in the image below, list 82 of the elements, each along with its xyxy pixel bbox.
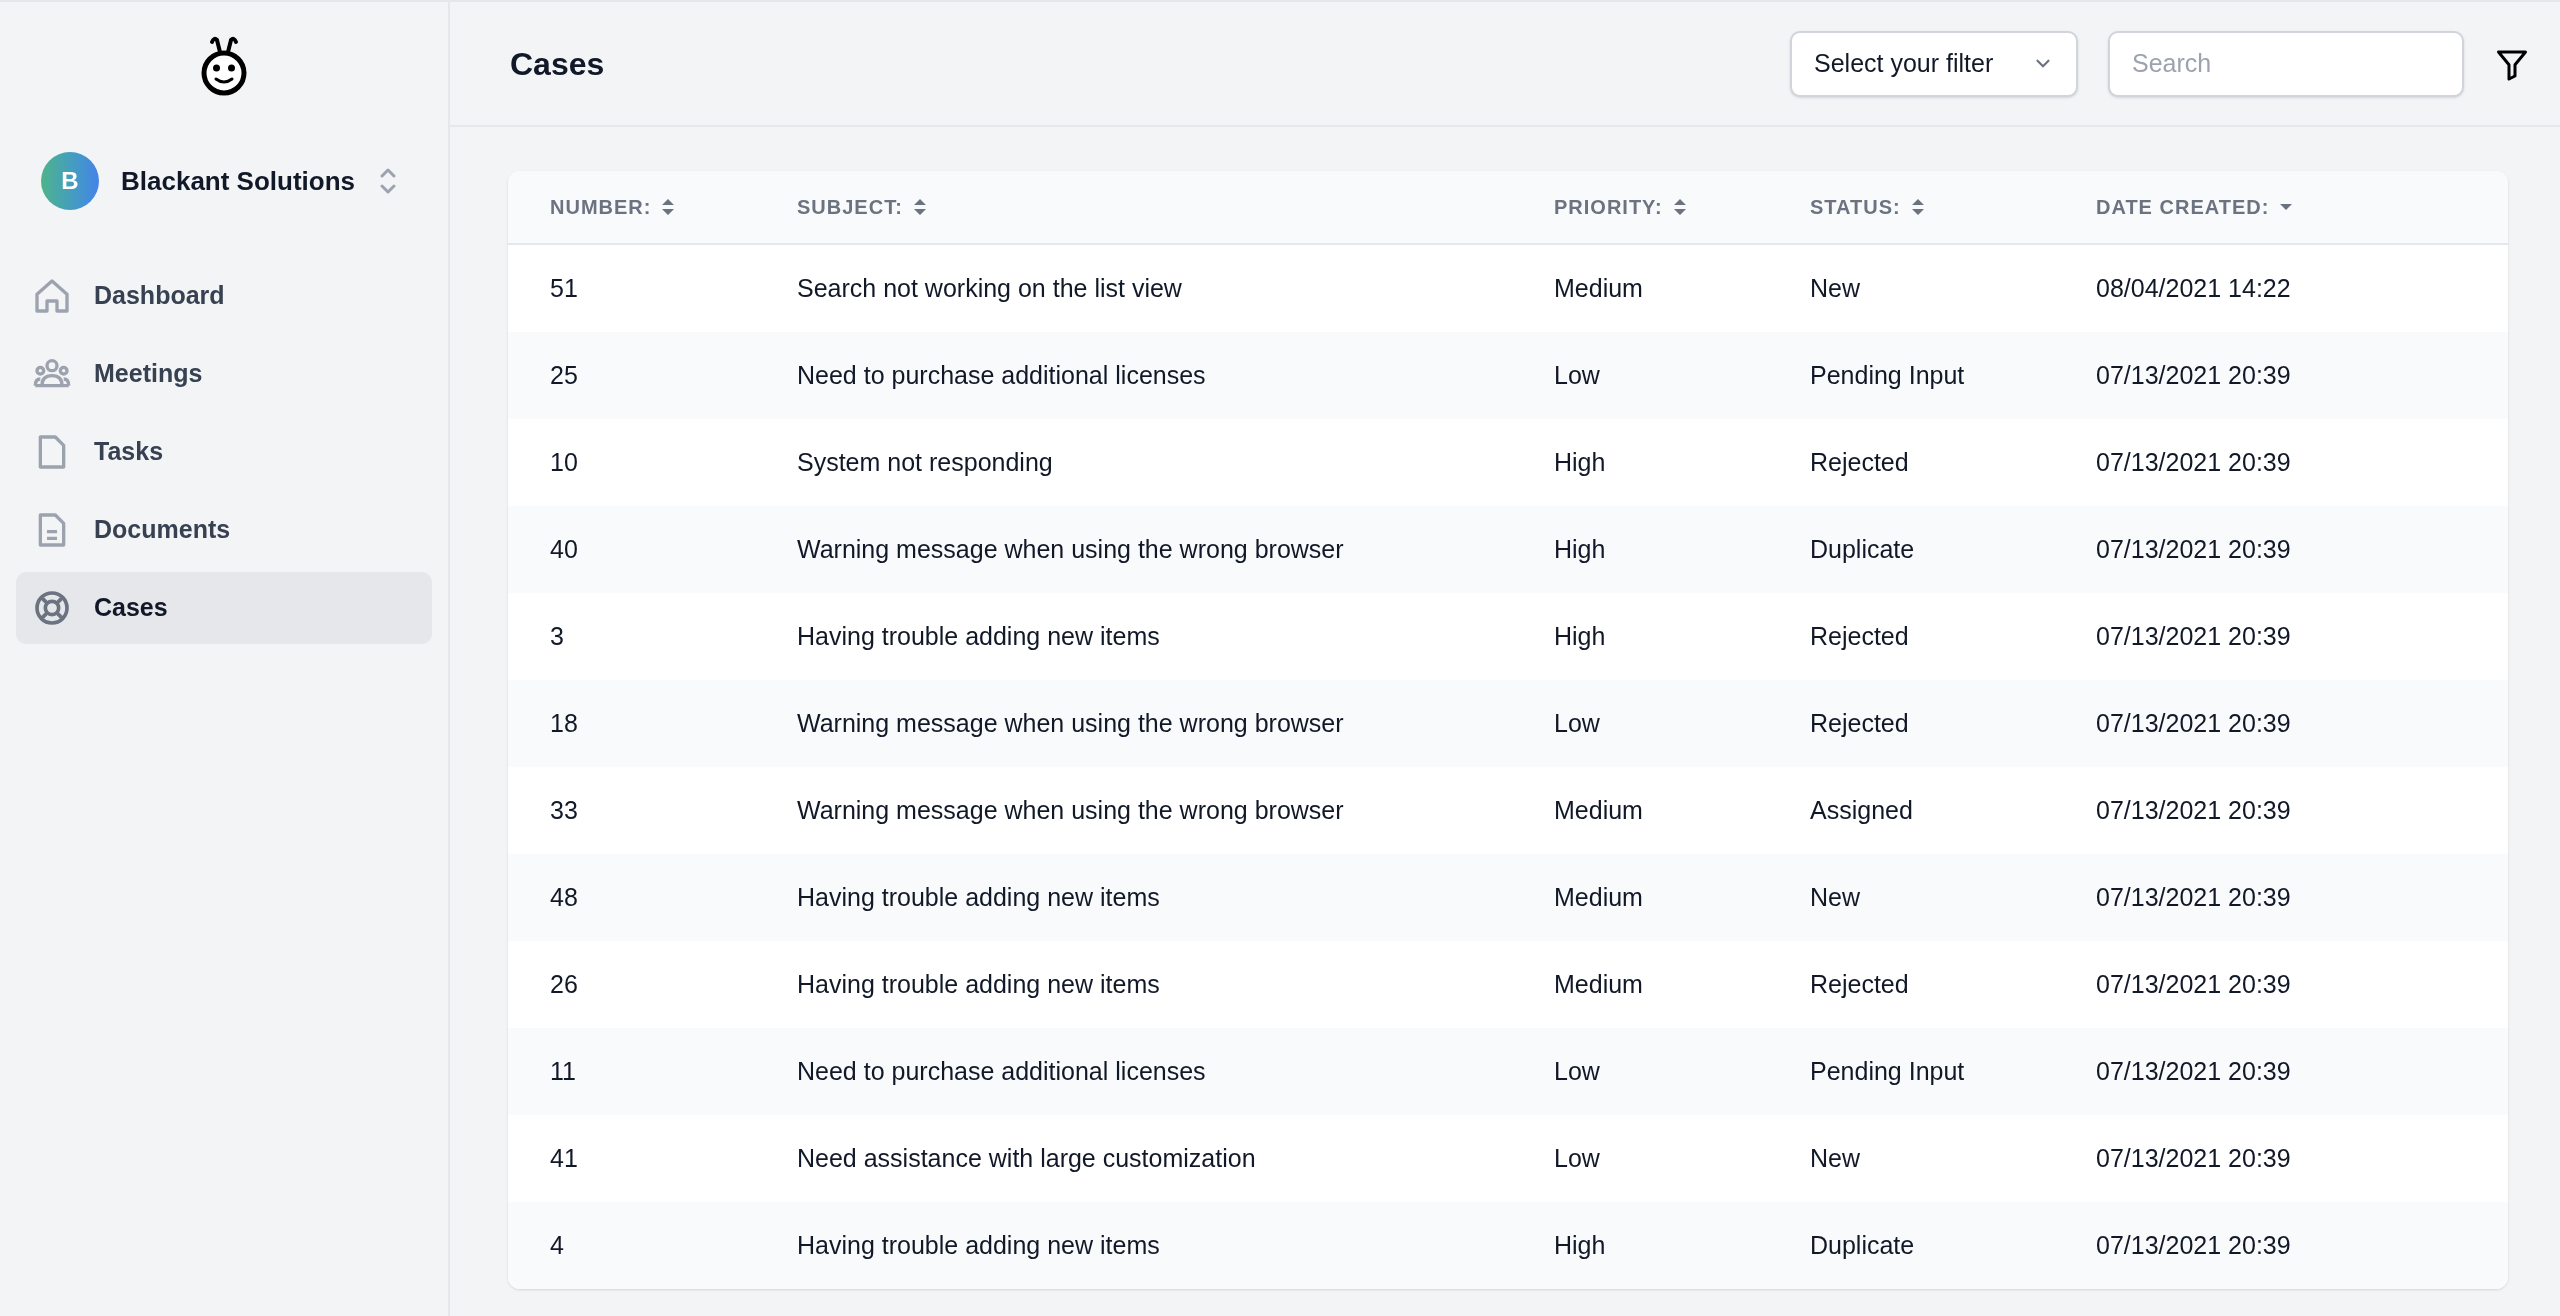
- table-cell-text: 25: [550, 359, 578, 391]
- table-cell-text: Assigned: [1810, 794, 1913, 826]
- table-cell-text: 07/13/2021 20:39: [2096, 359, 2291, 391]
- table-cell-text: 4: [550, 1229, 564, 1261]
- table-cell-text: 40: [550, 533, 578, 565]
- sort-icon: [1672, 197, 1687, 217]
- table-cell-text: Warning message when using the wrong browser: [797, 707, 1344, 739]
- column-header[interactable]: DATE CREATED:: [2096, 192, 2294, 222]
- table-cell-text: Having trouble adding new items: [797, 881, 1160, 913]
- table-cell-text: 07/13/2021 20:39: [2096, 620, 2291, 652]
- table-cell-text: Pending Input: [1810, 359, 1965, 391]
- table-cell-text: High: [1554, 446, 1606, 478]
- sort-icon: [661, 197, 676, 217]
- lifebuoy-icon: [32, 588, 72, 628]
- table-cell-text: High: [1554, 533, 1606, 565]
- table-cell-text: Low: [1554, 1142, 1600, 1174]
- table-cell-text: System not responding: [797, 446, 1053, 478]
- table-cell-text: Rejected: [1810, 707, 1909, 739]
- nav-item[interactable]: Dashboard: [16, 260, 432, 332]
- table-cell-text: Duplicate: [1810, 1229, 1915, 1261]
- nav-item[interactable]: Tasks: [16, 416, 432, 488]
- table-cell-text: 51: [550, 272, 578, 304]
- filter-dropdown[interactable]: Select your filter: [1790, 30, 2078, 97]
- table-cell-text: New: [1810, 1142, 1860, 1174]
- table-cell-text: High: [1554, 1229, 1606, 1261]
- table-cell-text: 07/13/2021 20:39: [2096, 707, 2291, 739]
- table-cell-text: 48: [550, 881, 578, 913]
- table-cell-text: Medium: [1554, 272, 1643, 304]
- nav-item[interactable]: Documents: [16, 494, 432, 566]
- table-cell-text: Medium: [1554, 968, 1643, 1000]
- sort-icon: [912, 197, 927, 217]
- home-icon: [32, 276, 72, 316]
- table-cell-text: Warning message when using the wrong browser: [797, 794, 1344, 826]
- table-cell-text: 07/13/2021 20:39: [2096, 1142, 2291, 1174]
- table-cell-text: Having trouble adding new items: [797, 1229, 1160, 1261]
- search-field[interactable]: Search: [2108, 30, 2464, 97]
- table-cell-text: Medium: [1554, 881, 1643, 913]
- table-cell-text: Warning message when using the wrong browser: [797, 533, 1344, 565]
- table-cell-text: Rejected: [1810, 620, 1909, 652]
- table-cell-text: 3: [550, 620, 564, 652]
- table-cell-text: 26: [550, 968, 578, 1000]
- table-cell-text: New: [1810, 881, 1860, 913]
- table-cell-text: Rejected: [1810, 968, 1909, 1000]
- table-cell-text: Low: [1554, 359, 1600, 391]
- table-cell-text: 07/13/2021 20:39: [2096, 1229, 2291, 1261]
- table-cell-text: 07/13/2021 20:39: [2096, 881, 2291, 913]
- table-cell-text: Low: [1554, 1055, 1600, 1087]
- table-cell-text: Medium: [1554, 794, 1643, 826]
- table-cell-text: Having trouble adding new items: [797, 620, 1160, 652]
- table-cell-text: 11: [550, 1055, 576, 1087]
- table-cell-text: 07/13/2021 20:39: [2096, 533, 2291, 565]
- sort-icon: [1910, 197, 1925, 217]
- table-cell-text: 10: [550, 446, 578, 478]
- table-cell-text: 07/13/2021 20:39: [2096, 1055, 2291, 1087]
- column-header[interactable]: PRIORITY:: [1554, 192, 1687, 222]
- page-title: Cases: [510, 44, 605, 84]
- table-cell-text: New: [1810, 272, 1860, 304]
- table-cell-text: 07/13/2021 20:39: [2096, 968, 2291, 1000]
- column-header[interactable]: SUBJECT:: [797, 192, 927, 222]
- table-cell-text: Rejected: [1810, 446, 1909, 478]
- table-cell-text: Having trouble adding new items: [797, 968, 1160, 1000]
- table-cell-text: Low: [1554, 707, 1600, 739]
- table-cell-text: Duplicate: [1810, 533, 1915, 565]
- table-cell-text: 18: [550, 707, 578, 739]
- org-avatar: B: [41, 152, 99, 210]
- column-header[interactable]: STATUS:: [1810, 192, 1925, 222]
- table-cell-text: 07/13/2021 20:39: [2096, 446, 2291, 478]
- nav-item[interactable]: Cases: [16, 572, 432, 644]
- table-cell-text: 41: [550, 1142, 578, 1174]
- table-cell-text: Pending Input: [1810, 1055, 1965, 1087]
- table-cell-text: Need to purchase additional licenses: [797, 359, 1206, 391]
- table-cell-text: 07/13/2021 20:39: [2096, 794, 2291, 826]
- table-cell-text: Need to purchase additional licenses: [797, 1055, 1206, 1087]
- table-cell-text: 08/04/2021 14:22: [2096, 272, 2291, 304]
- table-cell-text: Need assistance with large customization: [797, 1142, 1256, 1174]
- organization-name[interactable]: Blackant Solutions: [121, 161, 356, 201]
- table-cell-text: Search not working on the list view: [797, 272, 1182, 304]
- column-header[interactable]: NUMBER:: [550, 192, 676, 222]
- table-cell-text: 33: [550, 794, 578, 826]
- sort-descending-icon: [2279, 202, 2294, 212]
- table-cell-text: High: [1554, 620, 1606, 652]
- nav-item[interactable]: Meetings: [16, 338, 432, 410]
